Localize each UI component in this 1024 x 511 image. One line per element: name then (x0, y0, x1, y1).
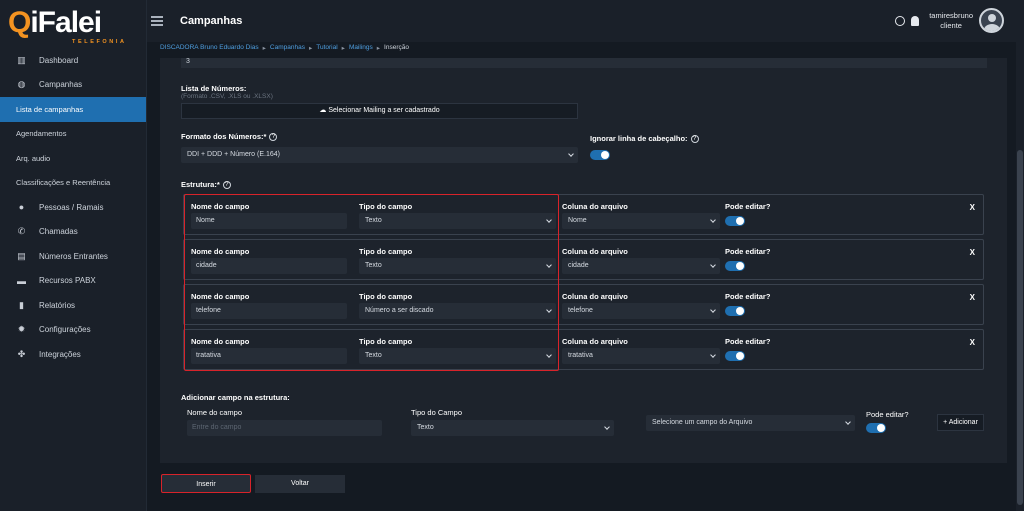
sidebar-item-arq-audio[interactable]: Arq. audio (0, 146, 146, 171)
add-can-edit-toggle[interactable] (866, 423, 886, 433)
file-column-select[interactable]: Nome (562, 213, 720, 229)
ignore-header-toggle[interactable] (590, 150, 610, 160)
structure-label: Estrutura:*? (181, 180, 231, 190)
sidebar-item-integracoes[interactable]: ✤ Integrações (0, 342, 146, 367)
cloud-upload-icon: ☁ (319, 107, 329, 114)
remove-row-button[interactable]: X (970, 293, 975, 302)
add-type-label: Tipo do Campo (411, 408, 462, 417)
phone-icon: ✆ (17, 226, 26, 237)
previous-field[interactable]: 3 (181, 58, 987, 68)
remove-row-button[interactable]: X (970, 338, 975, 347)
list-hint: (Formato .CSV, .XLS ou .XLSX) (181, 93, 273, 100)
field-name-input[interactable]: Nome (191, 213, 347, 229)
add-name-label: Nome do campo (187, 408, 243, 417)
sidebar-item-pessoas-ramais[interactable]: ● Pessoas / Ramais (0, 195, 146, 220)
sidebar-item-classificacoes[interactable]: Classificações e Reentência (0, 171, 146, 196)
ignore-header-label: Ignorar linha de cabeçalho:? (590, 134, 699, 144)
menu-toggle-icon[interactable] (151, 16, 163, 26)
back-button[interactable]: Voltar (255, 475, 345, 493)
server-icon: ▬ (17, 275, 26, 286)
remove-row-button[interactable]: X (970, 203, 975, 212)
sidebar-item-campanhas[interactable]: ◍ Campanhas (0, 73, 146, 98)
topbar: Campanhas tamiresbruno cliente (147, 0, 1024, 42)
upload-mailing-button[interactable]: ☁ Selecionar Mailing a ser cadastrado (181, 103, 578, 119)
page-title: Campanhas (180, 15, 243, 27)
sidebar-item-configuracoes[interactable]: ✹ Configurações (0, 318, 146, 343)
add-field-button[interactable]: + Adicionar (937, 414, 984, 431)
sidebar-item-chamadas[interactable]: ✆ Chamadas (0, 220, 146, 245)
field-type-select[interactable]: Número a ser discado (359, 303, 556, 319)
structure-row: Nome do campo Nome Tipo do campo Texto C… (183, 194, 984, 235)
avatar[interactable] (979, 8, 1004, 33)
field-name-input[interactable]: cidade (191, 258, 347, 274)
field-name-input[interactable]: tratativa (191, 348, 347, 364)
chart-icon: ▥ (17, 54, 26, 65)
help-icon[interactable]: ? (690, 135, 699, 144)
form-card: 3 Lista de Números: (Formato .CSV, .XLS … (160, 58, 1007, 463)
sidebar-nav: ▥ Dashboard ◍ Campanhas Lista de campanhas… (0, 48, 146, 367)
sidebar: QiFalei TELEFONIA ▥ Dashboard ◍ Campanhas … (0, 0, 147, 511)
help-icon[interactable]: ? (222, 181, 231, 190)
breadcrumb: DISCADORA Bruno Eduardo Dias ▸ Campanhas ▸… (160, 44, 409, 52)
globe-icon: ◍ (17, 79, 26, 90)
add-file-column-select[interactable]: Selecione um campo do Arquivo (646, 415, 855, 431)
clipboard-icon: ▮ (19, 299, 24, 310)
topbar-actions: tamiresbruno cliente (895, 8, 1004, 33)
add-can-edit-label: Pode editar? (866, 410, 909, 419)
add-field-type-select[interactable]: Texto (411, 420, 614, 436)
can-edit-toggle[interactable] (725, 306, 745, 316)
logo[interactable]: QiFalei TELEFONIA (0, 0, 146, 45)
insert-button[interactable]: Inserir (161, 474, 251, 493)
file-column-select[interactable]: cidade (562, 258, 720, 274)
format-select[interactable]: DDI + DDD + Número (E.164) (181, 147, 578, 163)
sidebar-item-agendamentos[interactable]: Agendamentos (0, 122, 146, 147)
can-edit-toggle[interactable] (725, 351, 745, 361)
can-edit-toggle[interactable] (725, 261, 745, 271)
bell-icon[interactable] (911, 15, 920, 26)
format-label: Formato dos Números:*? (181, 132, 278, 142)
field-type-select[interactable]: Texto (359, 258, 556, 274)
breadcrumb-item[interactable]: Tutorial (316, 44, 337, 52)
field-name-input[interactable]: telefone (191, 303, 347, 319)
file-column-select[interactable]: telefone (562, 303, 720, 319)
person-icon: ● (18, 202, 25, 213)
user-role: cliente (940, 20, 962, 30)
remove-row-button[interactable]: X (970, 248, 975, 257)
scrollbar[interactable] (1016, 42, 1024, 511)
help-icon[interactable]: ? (269, 133, 278, 142)
breadcrumb-item[interactable]: Campanhas (270, 44, 305, 52)
field-type-select[interactable]: Texto (359, 213, 556, 229)
gear-icon: ✹ (17, 324, 26, 335)
phone-in-icon: ▤ (17, 250, 26, 261)
can-edit-toggle[interactable] (725, 216, 745, 226)
sidebar-item-numeros-entrantes[interactable]: ▤ Números Entrantes (0, 244, 146, 269)
sidebar-item-relatorios[interactable]: ▮ Relatórios (0, 293, 146, 318)
add-field-name-input[interactable]: Entre do campo (187, 420, 382, 436)
user-info[interactable]: tamiresbruno cliente (929, 11, 973, 31)
breadcrumb-item[interactable]: Mailings (349, 44, 373, 52)
sidebar-item-recursos-pabx[interactable]: ▬ Recursos PABX (0, 269, 146, 294)
structure-row: Nome do campo tratativa Tipo do campo Te… (183, 329, 984, 370)
field-type-select[interactable]: Texto (359, 348, 556, 364)
language-icon[interactable] (895, 15, 906, 26)
puzzle-icon: ✤ (17, 348, 26, 359)
sidebar-item-lista-de-campanhas[interactable]: Lista de campanhas (0, 97, 146, 122)
add-section-label: Adicionar campo na estrutura: (181, 393, 290, 402)
structure-row: Nome do campo cidade Tipo do campo Texto… (183, 239, 984, 280)
structure-row: Nome do campo telefone Tipo do campo Núm… (183, 284, 984, 325)
sidebar-item-dashboard[interactable]: ▥ Dashboard (0, 48, 146, 73)
breadcrumb-item[interactable]: DISCADORA Bruno Eduardo Dias (160, 44, 259, 52)
user-name: tamiresbruno (929, 10, 973, 20)
list-label: Lista de Números: (181, 84, 247, 93)
file-column-select[interactable]: tratativa (562, 348, 720, 364)
scrollbar-thumb[interactable] (1017, 150, 1023, 505)
breadcrumb-current: Inserção (384, 44, 409, 51)
